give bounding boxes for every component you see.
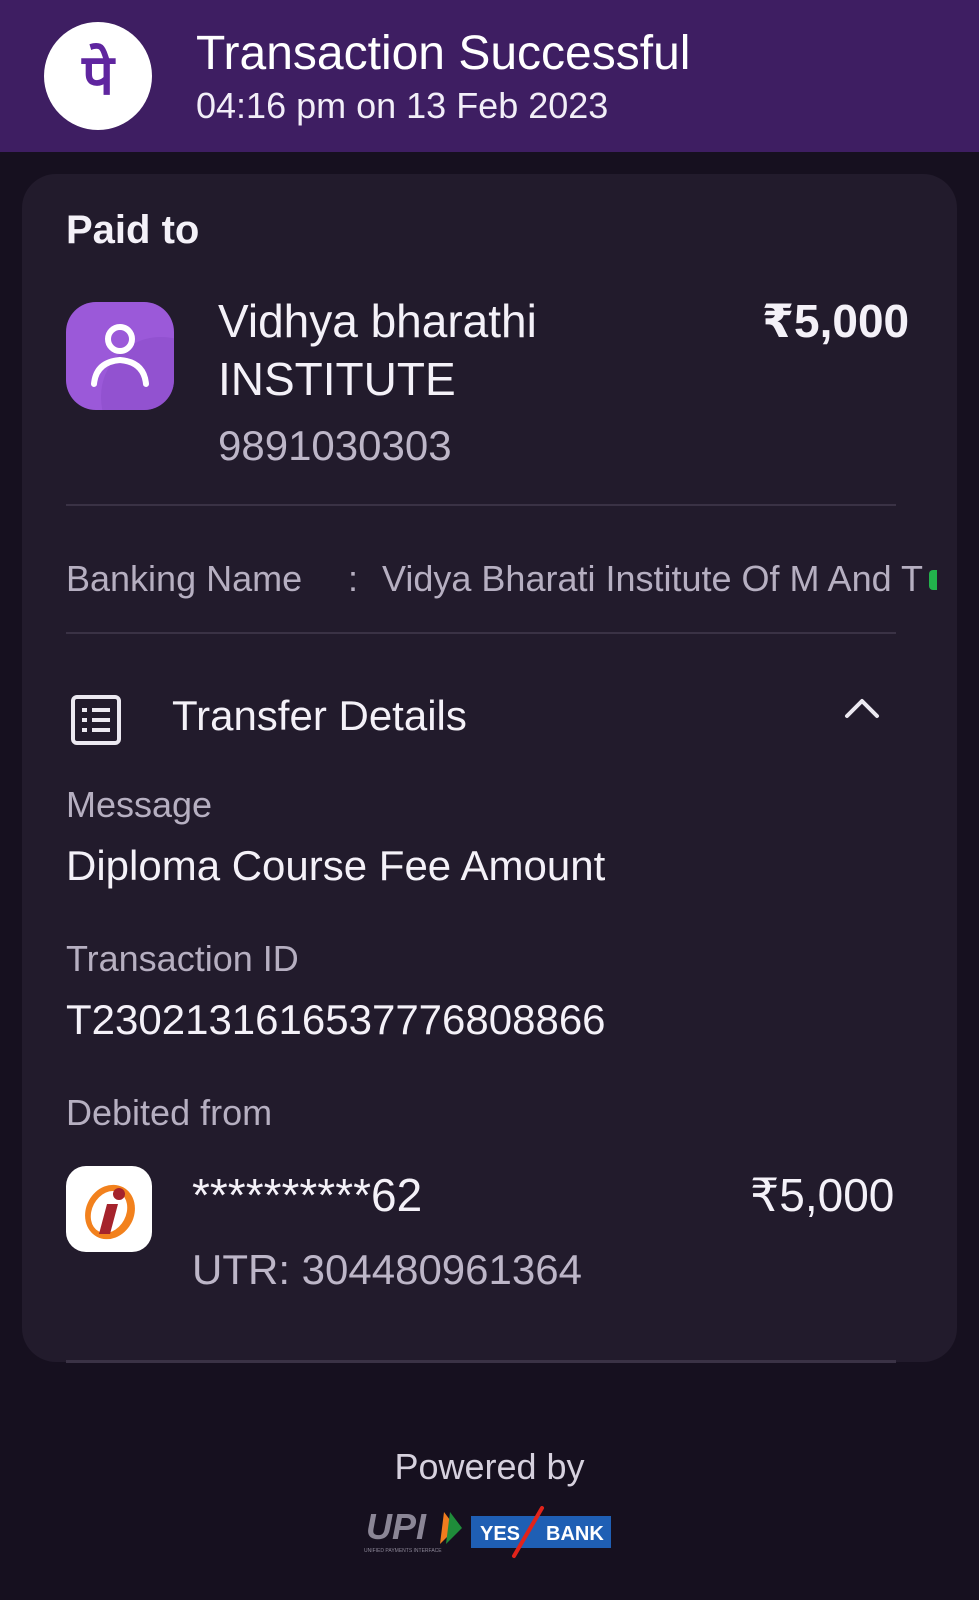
transaction-status-title: Transaction Successful [196,27,691,80]
message-label: Message [66,784,213,825]
payee-amount: ₹5,000 [762,295,910,347]
transaction-id-value[interactable]: T2302131616537776808866 [66,996,606,1044]
icici-bank-icon [66,1166,152,1252]
utr-number: UTR: 304480961364 [192,1246,582,1293]
transaction-header: पे Transaction Successful 04:16 pm on 13… [0,0,979,152]
payee-phone: 9891030303 [218,422,452,469]
transaction-datetime: 04:16 pm on 13 Feb 2023 [196,85,609,126]
message-value: Diploma Course Fee Amount [66,842,606,889]
verified-badge-icon [929,570,937,590]
chevron-up-icon[interactable] [844,696,880,725]
divider [66,1360,896,1363]
banking-name-separator: : [348,558,359,599]
person-icon [66,302,174,410]
paid-to-label: Paid to [66,208,200,252]
transfer-details-title[interactable]: Transfer Details [172,692,467,740]
payee-name: Vidhya bharathi INSTITUTE [218,295,537,405]
transaction-id-label: Transaction ID [66,938,299,979]
debited-account-number: **********62 [192,1169,423,1221]
phonepe-logo-glyph: पे [82,43,114,108]
yes-bank-logo-bank: BANK [546,1523,604,1545]
powered-by-label: Powered by [394,1446,585,1487]
phonepe-logo: पे [44,22,152,130]
debited-amount: ₹5,000 [750,1169,895,1221]
document-list-icon [70,694,122,751]
banking-name-value: Vidya Bharati Institute Of M And T [382,558,923,599]
debited-from-label: Debited from [66,1092,273,1133]
upi-logo-text: UPI [366,1506,427,1547]
yes-bank-logo: YES BANK [471,1506,611,1558]
upi-logo: UPI UNIFIED PAYMENTS INTERFACE [364,1506,462,1554]
transaction-details-card: Paid to Vidhya bharathi INSTITUTE ₹5,000… [22,174,957,1362]
divider [66,632,896,634]
yes-bank-logo-yes: YES [480,1523,520,1545]
partner-logos: UPI UNIFIED PAYMENTS INTERFACE YES BANK [364,1506,614,1567]
upi-logo-subtext: UNIFIED PAYMENTS INTERFACE [364,1548,442,1554]
divider [66,504,896,506]
banking-name-label: Banking Name [66,558,303,599]
